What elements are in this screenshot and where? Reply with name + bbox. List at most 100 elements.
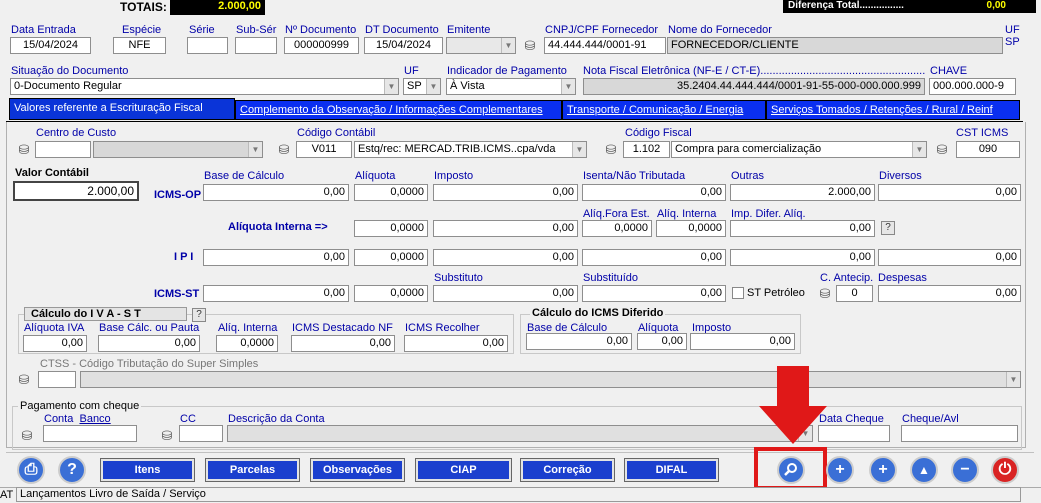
aliq-interna-imposto[interactable]: 0,00 (433, 220, 578, 237)
sub-serie-field[interactable] (235, 37, 277, 54)
ciap-button[interactable]: CIAP (415, 458, 512, 482)
especie-field[interactable]: NFE (113, 37, 166, 54)
dt-doc-field[interactable]: 15/04/2024 (364, 37, 443, 54)
print-button[interactable]: ⎙ (17, 456, 45, 484)
st-petroleo-checkbox[interactable] (732, 287, 744, 299)
ipi-imposto[interactable]: 0,00 (433, 249, 578, 266)
ipi-outras[interactable]: 0,00 (730, 249, 875, 266)
ipi-base[interactable]: 0,00 (203, 249, 349, 266)
diferido-base-field[interactable]: 0,00 (526, 333, 632, 350)
chave-field[interactable]: 000.000.000-9 (929, 78, 1016, 95)
imp-difer-header: Imp. Difer. Alíq. (731, 208, 806, 220)
search-button[interactable] (777, 456, 805, 484)
help-icon[interactable]: ? (192, 308, 206, 322)
tab-complemento-observacao[interactable]: Complemento da Observação / Informações … (235, 100, 562, 120)
icms-op-diversos[interactable]: 0,00 (878, 184, 1021, 201)
icms-op-base[interactable]: 0,00 (203, 184, 349, 201)
observacoes-button[interactable]: Observações (310, 458, 405, 482)
serie-field[interactable] (187, 37, 228, 54)
icms-rec-field[interactable]: 0,00 (404, 335, 508, 352)
nome-fornecedor-label: Nome do Fornecedor (668, 24, 772, 36)
database-icon[interactable]: ⛁ (816, 286, 834, 302)
database-icon[interactable]: ⛁ (18, 428, 36, 444)
conta-field[interactable] (43, 425, 137, 442)
ind-pag-label: Indicador de Pagamento (447, 65, 567, 77)
base-pauta-field[interactable]: 0,00 (98, 335, 200, 352)
itens-button[interactable]: Itens (100, 458, 195, 482)
icms-op-isenta[interactable]: 0,00 (582, 184, 726, 201)
database-icon[interactable]: ⛁ (15, 372, 33, 388)
valor-contabil-field[interactable]: 2.000,00 (13, 181, 139, 201)
database-icon[interactable]: ⛁ (158, 428, 176, 444)
ipi-diversos[interactable]: 0,00 (878, 249, 1021, 266)
aliq-int-iva-field[interactable]: 0,0000 (216, 335, 278, 352)
data-entrada-field[interactable]: 15/04/2024 (10, 37, 91, 54)
aliq-fora-field[interactable]: 0,0000 (582, 220, 652, 237)
chevron-down-icon: ▼ (501, 38, 515, 53)
uf-value: SP (1005, 36, 1020, 48)
remove-button[interactable]: − (951, 456, 979, 484)
help-button[interactable]: ? (58, 456, 86, 484)
cnpj-field[interactable]: 44.444.444/0001-91 (544, 37, 666, 54)
status-prefix: AT (0, 489, 14, 501)
tab-escrituracao-fiscal[interactable]: Valores referente a Escrituração Fiscal (9, 98, 235, 120)
difal-button[interactable]: DIFAL (624, 458, 719, 482)
aliq-interna-aliquota[interactable]: 0,0000 (354, 220, 428, 237)
icms-st-base[interactable]: 0,00 (203, 285, 349, 302)
icms-op-imposto[interactable]: 0,00 (433, 184, 578, 201)
chevron-down-icon: ▼ (1006, 372, 1020, 387)
help-icon[interactable]: ? (881, 221, 895, 235)
database-icon[interactable]: ⛁ (933, 142, 951, 158)
up-button[interactable]: ▲ (910, 456, 938, 484)
icms-op-outras[interactable]: 2.000,00 (730, 184, 875, 201)
cst-field[interactable]: 090 (956, 141, 1020, 158)
database-icon[interactable]: ⛁ (15, 142, 33, 158)
diferenca-label: Diferença Total................ (788, 0, 904, 11)
icms-dest-field[interactable]: 0,00 (291, 335, 395, 352)
ctss-code[interactable] (38, 371, 76, 388)
num-doc-field[interactable]: 000000999 (284, 37, 359, 54)
cod-contabil-code[interactable]: V011 (296, 141, 352, 158)
add-plus-icon: + (835, 461, 845, 478)
emitente-select[interactable]: ▼ (446, 37, 516, 54)
chevron-down-icon: ▼ (561, 79, 575, 94)
database-icon[interactable]: ⛁ (521, 38, 539, 54)
situacao-select[interactable]: 0-Documento Regular ▼ (10, 78, 399, 95)
add-button[interactable]: + (869, 456, 897, 484)
cheque-avl-field[interactable] (901, 425, 1018, 442)
desc-conta-select[interactable]: ▼ (227, 425, 813, 442)
diferido-aliq-field[interactable]: 0,00 (637, 333, 687, 350)
cod-fiscal-select[interactable]: Compra para comercialização ▼ (671, 141, 927, 158)
ind-pag-select[interactable]: À Vista ▼ (446, 78, 576, 95)
diferido-imposto-field[interactable]: 0,00 (690, 333, 795, 350)
icms-st-substituido[interactable]: 0,00 (582, 285, 726, 302)
database-icon[interactable]: ⛁ (275, 142, 293, 158)
icms-st-aliquota[interactable]: 0,0000 (354, 285, 428, 302)
aliq-interna2-header: Alíq. Interna (657, 208, 717, 220)
centro-custo-select[interactable]: ▼ (93, 141, 263, 158)
chevron-down-icon: ▼ (248, 142, 262, 157)
add-plus-button[interactable]: + (826, 456, 854, 484)
centro-custo-code[interactable] (35, 141, 91, 158)
cod-contabil-select[interactable]: Estq/rec: MERCAD.TRIB.ICMS..cpa/vda ▼ (354, 141, 587, 158)
correcao-button[interactable]: Correção (520, 458, 615, 482)
icms-st-substituto[interactable]: 0,00 (433, 285, 578, 302)
totais-value: 2.000,00 (170, 0, 265, 15)
cod-fiscal-code[interactable]: 1.102 (623, 141, 670, 158)
exit-button[interactable]: ⏻ (991, 456, 1019, 484)
despesas-field[interactable]: 0,00 (878, 285, 1021, 302)
icms-op-aliquota[interactable]: 0,0000 (354, 184, 428, 201)
aliq-interna2-field[interactable]: 0,0000 (656, 220, 726, 237)
ipi-aliquota[interactable]: 0,0000 (354, 249, 428, 266)
tab-servicos-tomados[interactable]: Serviços Tomados / Retenções / Rural / R… (766, 100, 1020, 120)
ipi-isenta[interactable]: 0,00 (582, 249, 726, 266)
imp-difer-field[interactable]: 0,00 (730, 220, 875, 237)
uf2-select[interactable]: SP ▼ (403, 78, 441, 95)
parcelas-button[interactable]: Parcelas (205, 458, 300, 482)
c-antecip-field[interactable]: 0 (836, 285, 873, 302)
database-icon[interactable]: ⛁ (602, 142, 620, 158)
cc-field[interactable] (179, 425, 223, 442)
aliq-iva-field[interactable]: 0,00 (23, 335, 87, 352)
tab-transporte[interactable]: Transporte / Comunicação / Energia (562, 100, 766, 120)
ctss-select[interactable]: ▼ (80, 371, 1021, 388)
